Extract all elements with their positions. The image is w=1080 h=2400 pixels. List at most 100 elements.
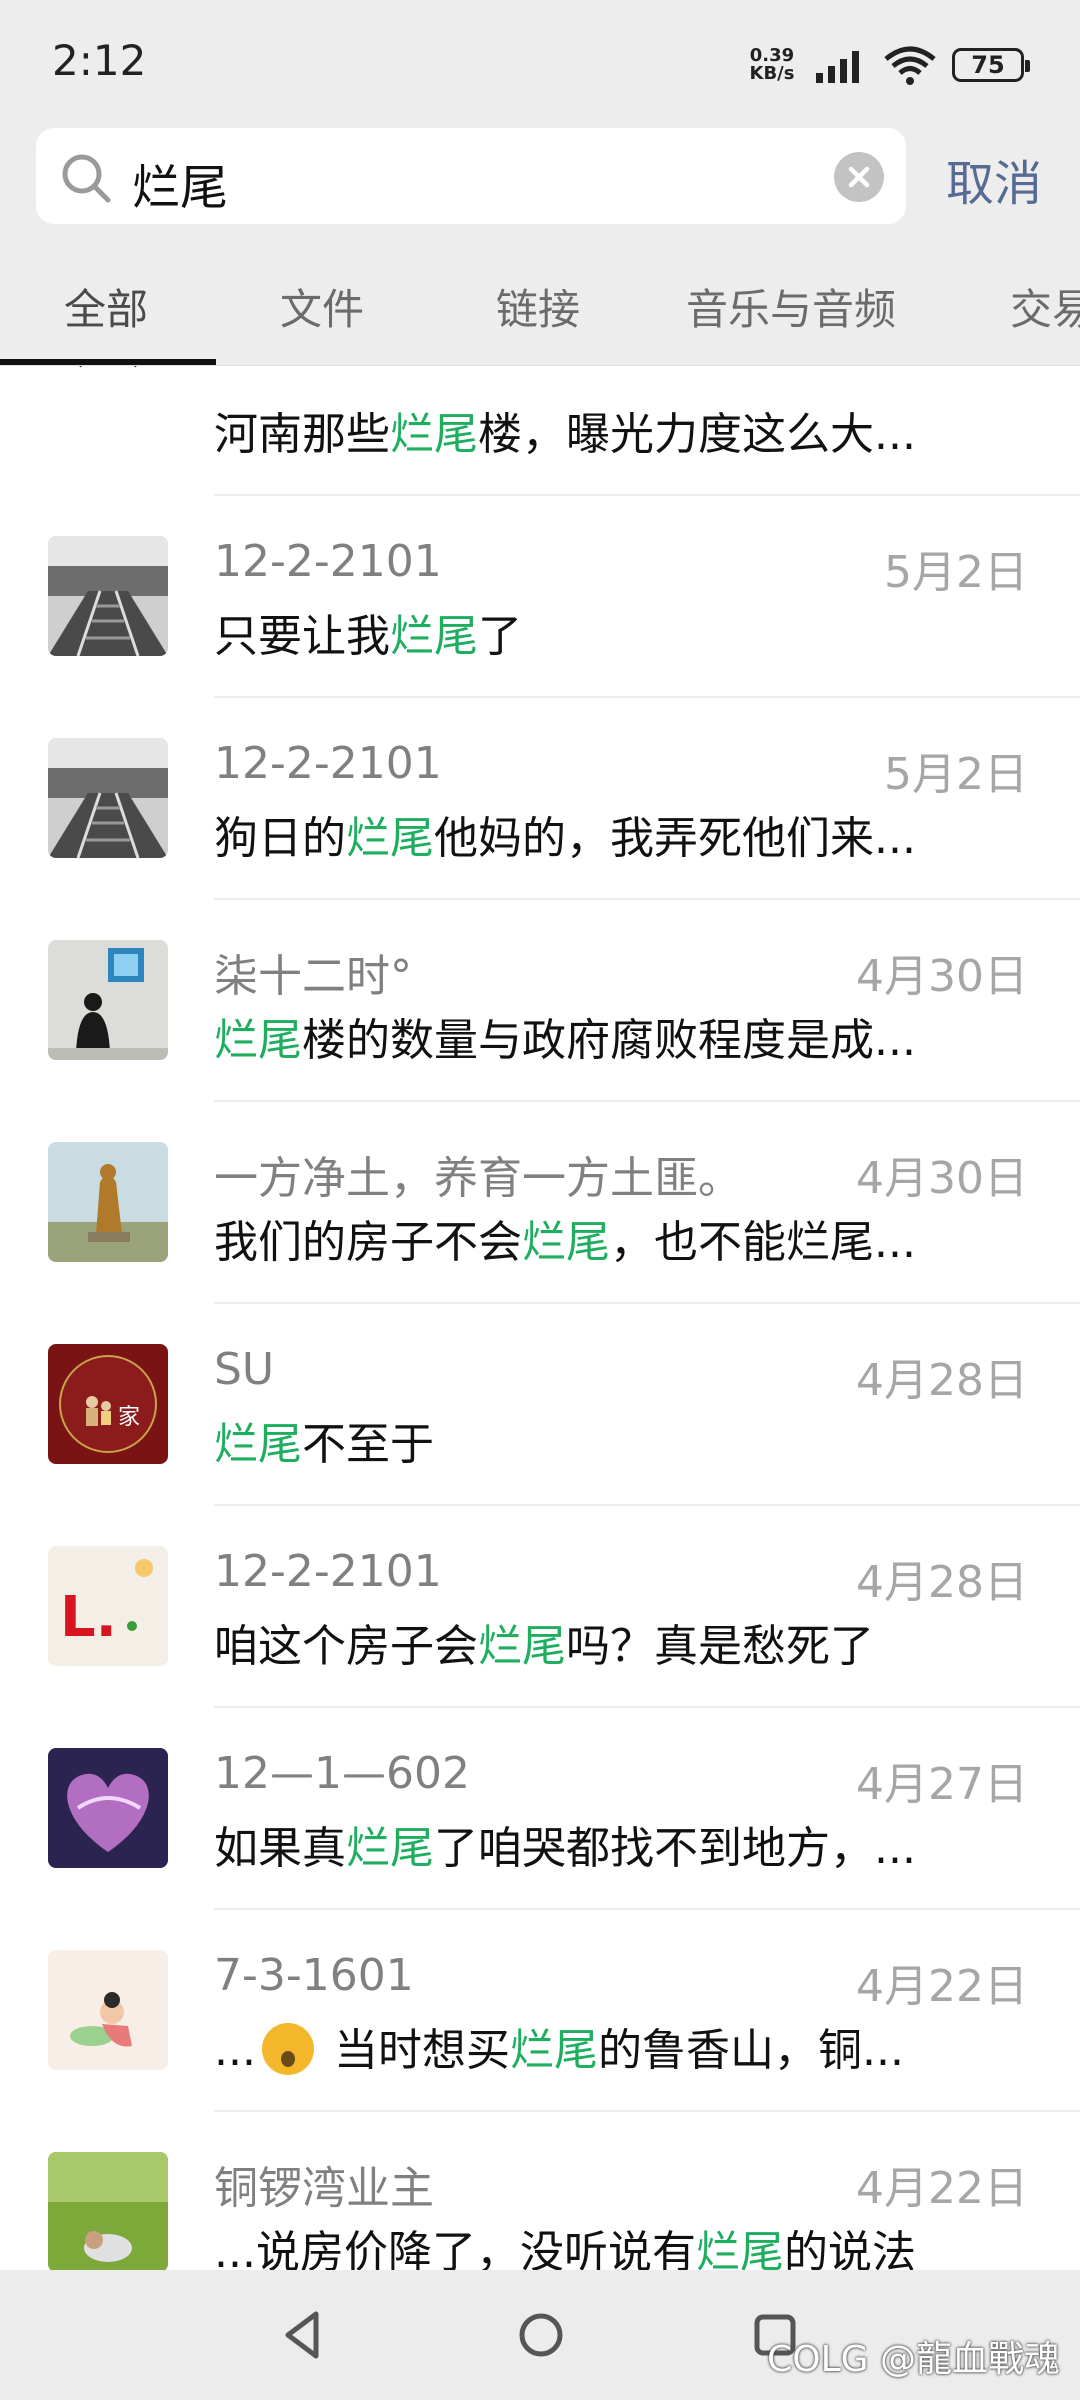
contact-name: 12-2-2101 [214,1546,442,1597]
watermark: COLG @龍血戰魂 [767,2330,1060,2382]
message-text: ...说房价降了，没听说有 [214,2227,696,2270]
message-date: 4月28日 [856,1557,1028,1608]
search-result-item[interactable]: 12-2-2101 5月2日 狗日的烂尾他妈的，我弄死他们来... [0,698,1080,900]
message-text: 了 [478,611,522,662]
message-text: 我们的房子不会 [214,1217,522,1268]
message-date: 4月30日 [856,951,1028,1002]
keyword-highlight: 烂尾 [390,409,478,460]
contact-avatar: L. [48,1546,168,1666]
message-text: ... [214,2025,256,2076]
contact-avatar [48,366,168,454]
search-result-item[interactable]: 一方净土，养育一方土匪。 4月30日我们的房子不会烂尾，也不能烂尾... [0,1102,1080,1304]
contact-name: 铜锣湾业主 [214,2163,434,2214]
contact-name: 12-2-2101 [214,738,442,789]
message-date: 5月2日 [884,547,1028,598]
svg-text:L.: L. [60,1585,117,1650]
keyword-highlight: 烂尾 [478,1621,566,1672]
message-snippet: 河南那些烂尾楼，曝光力度这么大... [214,398,916,462]
message-text: 当时想买 [319,2025,510,2076]
message-snippet: ...说房价降了，没听说有烂尾的说法 [214,2216,916,2270]
contact-name: SU [214,1344,275,1395]
tab-links[interactable]: 链接 [496,276,580,337]
message-text: 河南那些 [214,409,390,460]
system-nav-bar: COLG @龍血戰魂 [0,2270,1080,2400]
cancel-button[interactable]: 取消 [946,144,1042,214]
message-text: 如果真 [214,1823,346,1874]
contact-name: 12—1—602 [214,1748,470,1799]
search-input[interactable]: 烂尾 [36,128,906,224]
contact-avatar [48,738,168,858]
contact-avatar [48,536,168,656]
network-speed: 0.39 KB/s [744,47,800,83]
keyword-highlight: 烂尾 [346,1823,434,1874]
contact-avatar: 家 [48,1344,168,1464]
keyword-highlight: 烂尾 [214,1419,302,1470]
message-text: 不至于 [302,1419,434,1470]
message-date: 4月28日 [856,1355,1028,1406]
search-row: 烂尾 [0,120,1080,250]
contact-name: 一方净土，养育一方土匪。 [214,1153,742,1204]
close-icon [848,166,870,188]
message-snippet: 只要让我烂尾了 [214,600,522,664]
keyword-highlight: 烂尾 [695,2227,784,2270]
message-date: 4月30日 [856,1153,1028,1204]
message-date: 4月22日 [856,2163,1028,2214]
signal-icon [816,51,859,83]
status-bar: 2:12 0.39 KB/s 75 [0,0,1080,120]
message-snippet: ... 当时想买烂尾的鲁香山，铜... [214,2014,904,2078]
search-result-item[interactable]: 铜锣湾业主 4月22日 ...说房价降了，没听说有烂尾的说法 [0,2112,1080,2270]
search-icon [58,150,114,206]
active-tab-indicator [0,359,216,365]
watermark-brand: COLG [767,2339,869,2380]
wifi-icon [884,46,936,85]
status-time: 2:12 [52,36,147,85]
search-result-item[interactable]: 家 SU 4月28日烂尾不至于 [0,1304,1080,1506]
message-snippet: 烂尾不至于 [214,1408,434,1472]
search-result-item[interactable]: 7-3-1601 4月22日... 当时想买烂尾的鲁香山，铜... [0,1910,1080,2112]
search-results-list[interactable]: 河南那些烂尾楼，曝光力度这么大... 12-2-2101 5月2日 只要让我烂尾了 … [0,366,1080,2270]
contact-avatar [48,1748,168,1868]
network-speed-unit: KB/s [749,63,795,84]
message-snippet: 烂尾楼的数量与政府腐败程度是成... [214,1004,916,1068]
message-text: 只要让我 [214,611,390,662]
message-text: 楼的数量与政府腐败程度是成... [302,1015,916,1066]
tab-all[interactable]: 全部 [64,276,148,337]
message-text: 吗？真是愁死了 [566,1621,874,1672]
tab-music-audio[interactable]: 音乐与音频 [686,276,896,337]
clear-search-button[interactable] [834,152,884,202]
emoji-icon [261,2023,314,2075]
message-date: 4月22日 [856,1961,1028,2012]
home-icon[interactable] [510,2304,572,2366]
contact-avatar [48,1950,168,2070]
keyword-highlight: 烂尾 [522,1217,610,1268]
search-result-item[interactable]: 12—1—602 4月27日 如果真烂尾了咱哭都找不到地方，... [0,1708,1080,1910]
message-text: 的鲁香山，铜... [597,2025,904,2076]
keyword-highlight: 烂尾 [509,2025,598,2076]
message-text: 咱这个房子会 [214,1621,478,1672]
battery-indicator: 75 [952,48,1030,82]
contact-avatar [48,1142,168,1262]
search-result-item[interactable]: 12-2-2101 5月2日只要让我烂尾了 [0,496,1080,698]
watermark-text: @龍血戰魂 [879,2339,1060,2380]
message-text: 他妈的，我弄死他们来... [434,813,916,864]
message-snippet: 如果真烂尾了咱哭都找不到地方，... [214,1812,916,1876]
message-date: 4月27日 [856,1759,1028,1810]
message-text: 了咱哭都找不到地方，... [434,1823,916,1874]
message-date: 5月2日 [884,749,1028,800]
contact-avatar [48,940,168,1060]
back-icon[interactable] [272,2304,334,2366]
search-result-item[interactable]: 柒十二时° 4月30日 烂尾楼的数量与政府腐败程度是成... [0,900,1080,1102]
message-text: 楼，曝光力度这么大... [478,409,916,460]
contact-name: 7-3-1601 [214,1950,414,2001]
search-result-item[interactable]: L. 12-2-2101 4月28日 咱这个房子会烂尾吗？真是愁死了 [0,1506,1080,1708]
message-text: ，也不能烂尾... [610,1217,916,1268]
message-snippet: 咱这个房子会烂尾吗？真是愁死了 [214,1610,874,1674]
category-tabs: 全部 文件 链接 音乐与音频 交易 [0,250,1080,366]
search-result-item[interactable]: 河南那些烂尾楼，曝光力度这么大... [0,366,1080,496]
contact-name: 12-2-2101 [214,536,442,587]
keyword-highlight: 烂尾 [346,813,434,864]
keyword-highlight: 烂尾 [214,1015,302,1066]
tab-transactions[interactable]: 交易 [1010,276,1080,337]
contact-name: 柒十二时° [214,951,412,1002]
tab-files[interactable]: 文件 [280,276,364,337]
